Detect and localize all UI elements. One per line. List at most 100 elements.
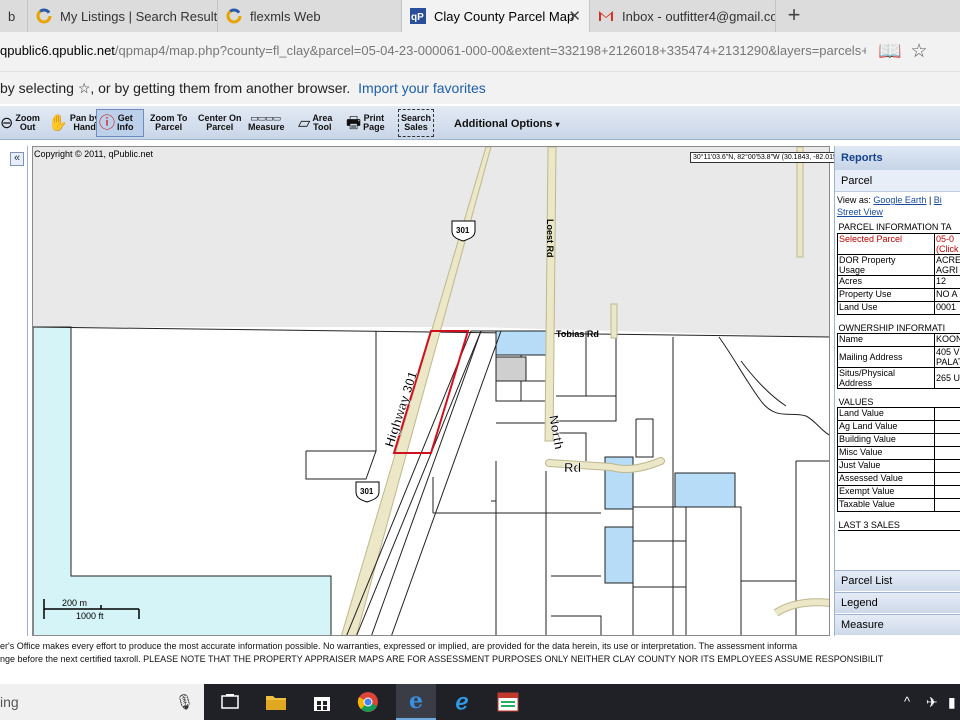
pan-by-hand-button[interactable]: ✋ Pan by Hand xyxy=(48,109,99,137)
info-key: Acres xyxy=(837,274,935,289)
area-tool-button[interactable]: ▱ Area Tool xyxy=(298,109,332,137)
browser-tab-strip: b My Listings | Search Results flexmls W… xyxy=(0,0,960,32)
map-toolbar: ⊖ Zoom Out ✋ Pan by Hand ⓘ Get Info Zoom To… xyxy=(0,106,960,140)
svg-text:qP: qP xyxy=(411,12,424,23)
value-cell xyxy=(934,406,960,421)
app-calendar-icon[interactable] xyxy=(496,690,520,714)
tab-gmail-inbox[interactable]: Inbox - outfitter4@gmail.co xyxy=(590,0,776,32)
tool-label: Measure xyxy=(248,122,285,132)
internet-explorer-icon[interactable]: ℯ xyxy=(450,689,474,715)
google-earth-link[interactable]: Google Earth xyxy=(873,195,926,205)
parcel-map[interactable]: Highway 301 301 301 Loest Rd Tobias Rd N… xyxy=(32,146,830,636)
key-text: Situs/Physical xyxy=(839,367,896,378)
new-tab-button[interactable]: + xyxy=(782,4,806,28)
section-title: PARCEL INFORMATION TA xyxy=(837,220,960,234)
tool-label: Tool xyxy=(313,122,332,132)
parcel-report-tab[interactable]: Parcel xyxy=(835,170,960,192)
cursor-coordinates: 30°11'03.6"N, 82°00'53.8"W (30.1843, -82… xyxy=(690,152,843,163)
center-on-parcel-button[interactable]: Center On Parcel xyxy=(198,109,242,137)
zoom-out-button[interactable]: ⊖ Zoom Out xyxy=(0,109,40,137)
caret-down-icon: ▾ xyxy=(555,120,560,129)
get-info-button[interactable]: ⓘ Get Info xyxy=(96,109,144,137)
favorite-star-icon[interactable]: ☆ xyxy=(908,41,930,63)
value-cell xyxy=(934,471,960,486)
street-view-link[interactable]: Street View xyxy=(837,207,883,217)
blue-parcel xyxy=(495,330,549,356)
tab-flexmls[interactable]: flexmls Web xyxy=(218,0,402,32)
info-value: NO A xyxy=(934,287,960,302)
tab-my-listings[interactable]: My Listings | Search Results xyxy=(28,0,218,32)
edge-glyph: e xyxy=(409,688,423,714)
file-explorer-icon[interactable] xyxy=(264,690,288,714)
section-title: VALUES xyxy=(837,388,960,408)
tool-label: Sales xyxy=(404,122,428,132)
left-side-panel xyxy=(0,146,28,636)
scale-feet-label: 1000 ft xyxy=(76,611,104,621)
key-text: Address xyxy=(839,377,873,388)
view-as-label: View as: xyxy=(837,195,871,205)
additional-options-menu[interactable]: Additional Options ▾ xyxy=(454,118,559,130)
value-text: PALAT xyxy=(936,356,960,367)
shield-number: 301 xyxy=(360,487,374,496)
search-sales-button[interactable]: Search Sales xyxy=(398,109,435,137)
info-key: DOR Property Usage xyxy=(837,253,935,276)
legend-section[interactable]: Legend xyxy=(835,592,960,613)
task-view-icon[interactable] xyxy=(218,690,242,714)
info-value: KOON xyxy=(934,332,960,347)
bing-link[interactable]: Bi xyxy=(934,195,942,205)
reports-header[interactable]: Reports xyxy=(835,146,960,170)
info-value: ACRE AGRI xyxy=(934,253,960,276)
taskbar-search-box[interactable]: ing 🎙 xyxy=(0,684,204,720)
gray-parcel xyxy=(495,356,527,382)
windows-taskbar: ing 🎙 e ℯ ^ ✈ ▮ xyxy=(0,684,960,720)
close-tab-icon[interactable]: ✕ xyxy=(568,7,581,25)
battery-icon[interactable]: ▮ xyxy=(948,694,956,711)
chrome-icon[interactable] xyxy=(356,690,380,714)
info-key: Land Use xyxy=(837,300,935,315)
zoom-to-parcel-button[interactable]: Zoom To Parcel xyxy=(150,109,187,137)
value-text: 405 V xyxy=(936,346,960,357)
tool-label: Out xyxy=(19,122,36,132)
microphone-icon[interactable]: 🎙 xyxy=(175,693,194,711)
loest-rd-label: Loest Rd xyxy=(545,219,555,258)
view-as-links: View as: Google Earth | Bi Street View xyxy=(835,192,960,220)
reading-view-icon[interactable]: 📖 xyxy=(878,41,902,63)
network-icon[interactable]: ✈ xyxy=(926,694,938,711)
key-text: Usage xyxy=(839,264,866,275)
store-icon[interactable] xyxy=(310,690,334,714)
value-key: Misc Value xyxy=(837,445,935,460)
selected-parcel-link[interactable]: 05-0 (Click xyxy=(934,232,960,255)
value-cell xyxy=(934,484,960,499)
disclaimer-line: nge before the next certified taxroll. P… xyxy=(0,654,884,664)
edge-icon[interactable]: e xyxy=(396,684,436,720)
value-cell xyxy=(934,432,960,447)
magnifier-icon: ⊖ xyxy=(0,114,14,132)
qp-favicon-icon: qP xyxy=(410,8,426,24)
disclaimer-text: er's Office makes every effort to produc… xyxy=(0,638,960,684)
url-field[interactable]: qpublic6.qpublic.net/qpmap4/map.php?coun… xyxy=(0,43,866,58)
measure-button[interactable]: ▭▭▭▭ Measure xyxy=(248,109,285,137)
separator: | xyxy=(928,195,932,205)
tab-label: flexmls Web xyxy=(250,8,321,24)
rd-label: Rd xyxy=(564,460,581,475)
import-favorites-link[interactable]: Import your favorites xyxy=(358,80,486,96)
tab-clay-county-parcel-map[interactable]: qP Clay County Parcel Map ✕ xyxy=(402,0,590,32)
show-hidden-icons-icon[interactable]: ^ xyxy=(904,694,910,709)
unmapped-area xyxy=(33,147,829,337)
tab-label: My Listings | Search Results xyxy=(60,8,218,24)
tab-partial[interactable]: b xyxy=(0,0,28,32)
print-page-button[interactable]: 🖶 Print Page xyxy=(346,109,385,137)
info-value: 05-0 xyxy=(936,233,955,244)
collapse-panel-button[interactable]: « xyxy=(10,152,24,166)
tool-label: Hand xyxy=(73,122,96,132)
map-copyright: Copyright © 2011, qPublic.net xyxy=(34,149,154,159)
parcel-list-section[interactable]: Parcel List xyxy=(835,570,960,591)
disclaimer-line: er's Office makes every effort to produc… xyxy=(0,641,798,651)
tobias-rd-label: Tobias Rd xyxy=(556,329,599,339)
value-key: Ag Land Value xyxy=(837,419,935,434)
value-cell xyxy=(934,445,960,460)
value-key: Exempt Value xyxy=(837,484,935,499)
info-key: Name xyxy=(837,332,935,347)
key-text: DOR Property xyxy=(839,254,896,265)
measure-section[interactable]: Measure xyxy=(835,614,960,635)
